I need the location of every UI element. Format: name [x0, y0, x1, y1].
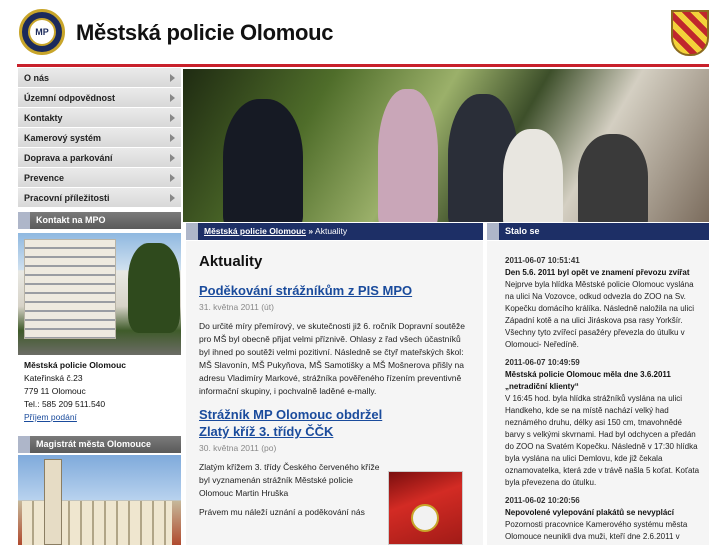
nav-label: Pracovní příležitosti — [24, 193, 110, 203]
banner-figure — [503, 129, 563, 222]
banner-photo — [183, 69, 709, 222]
police-building-photo — [18, 233, 181, 355]
nav-item-pracovni-prilezitosti[interactable]: Pracovní příležitosti — [18, 188, 181, 208]
arrow-right-icon — [170, 74, 175, 82]
submission-link[interactable]: Příjem podání — [24, 412, 77, 422]
magistrat-heading[interactable]: Magistrát města Olomouce — [18, 436, 181, 453]
news-date: 2011-06-07 10:49:59 — [505, 358, 580, 367]
news-date: 2011-06-07 10:51:41 — [505, 256, 580, 265]
arrow-right-icon — [170, 154, 175, 162]
contact-address: Městská policie Olomouc Kateřinská č.23 … — [18, 359, 181, 424]
breadcrumb-home-link[interactable]: Městská policie Olomouc — [204, 226, 306, 236]
news-headline: Městská policie Olomouc měla dne 3.6.201… — [505, 370, 671, 391]
nav-label: Kontakty — [24, 113, 63, 123]
article-date: 31. května 2011 (út) — [199, 302, 274, 312]
breadcrumb-separator: » — [308, 226, 314, 236]
nav-label: O nás — [24, 73, 50, 83]
nav-item-prevence[interactable]: Prevence — [18, 168, 181, 188]
nav-item-kamerovy-system[interactable]: Kamerový systém — [18, 128, 181, 148]
address-phone: Tel.: 585 209 511.540 — [24, 399, 106, 409]
nav-label: Prevence — [24, 173, 65, 183]
main-navigation: O nás Územní odpovědnost Kontakty Kamero… — [18, 68, 181, 208]
news-headline: Nepovolené vylepování plakátů se nevyplá… — [505, 508, 674, 517]
address-city: 779 11 Olomouc — [24, 386, 86, 396]
news-text: Nejprve byla hlídka Městské policie Olom… — [505, 280, 694, 349]
tree-shape — [128, 243, 180, 333]
nav-item-uzemni-odpovednost[interactable]: Územní odpovědnost — [18, 88, 181, 108]
arrow-right-icon — [170, 174, 175, 182]
stalo-se-feed: 2011-06-07 10:51:41 Den 5.6. 2011 byl op… — [487, 241, 709, 545]
arrow-right-icon — [170, 94, 175, 102]
logo-text: MP — [28, 18, 56, 46]
breadcrumb: Městská policie Olomouc » Aktuality — [186, 223, 483, 240]
nav-item-doprava[interactable]: Doprava a parkování — [18, 148, 181, 168]
medal-icon — [411, 504, 439, 532]
arrow-right-icon — [170, 194, 175, 202]
news-headline: Den 5.6. 2011 byl opět ve znamení převoz… — [505, 268, 690, 277]
article-text: Zlatým křížem 3. třídy Českého červeného… — [199, 462, 380, 498]
police-logo[interactable]: MP — [19, 9, 65, 55]
nav-label: Kamerový systém — [24, 133, 102, 143]
article: Poděkování strážníkům z PIS MPO 31. květ… — [199, 282, 470, 398]
olomouc-crest-icon — [671, 10, 709, 56]
header-divider — [17, 64, 709, 67]
nav-label: Územní odpovědnost — [24, 93, 116, 103]
address-street: Kateřinská č.23 — [24, 373, 83, 383]
town-hall-photo[interactable] — [18, 455, 181, 545]
contact-heading: Kontakt na MPO — [18, 212, 181, 229]
nav-item-o-nas[interactable]: O nás — [18, 68, 181, 88]
town-hall-tower — [44, 459, 62, 545]
arrow-right-icon — [170, 134, 175, 142]
building-shape — [24, 239, 116, 339]
medal-photo[interactable] — [388, 471, 463, 545]
banner-figure — [578, 134, 648, 222]
article-date: 30. května 2011 (po) — [199, 443, 277, 453]
news-date: 2011-06-02 10:20:56 — [505, 496, 580, 505]
page-margin — [711, 68, 727, 545]
news-text: Pozornosti pracovnice Kamerového systému… — [505, 520, 688, 541]
article-title-link[interactable]: Strážník MP Olomouc obdržel Zlatý kříž 3… — [199, 406, 389, 440]
article-text-continued: Právem mu náleží uznání a poděkování nás — [199, 507, 365, 517]
article-text: Do určité míry přemírový, ve skutečnosti… — [199, 321, 465, 396]
banner-figure — [378, 89, 438, 222]
site-title[interactable]: Městská policie Olomouc — [76, 20, 333, 46]
nav-item-kontakty[interactable]: Kontakty — [18, 108, 181, 128]
nav-label: Doprava a parkování — [24, 153, 113, 163]
stalo-se-heading: Stalo se — [487, 223, 709, 240]
arrow-right-icon — [170, 114, 175, 122]
news-text: V 16:45 hod. byla hlídka strážníků vyslá… — [505, 394, 700, 487]
header: MP Městská policie Olomouc — [0, 0, 727, 64]
main-content: Aktuality Poděkování strážníkům z PIS MP… — [186, 241, 483, 545]
article-title-link[interactable]: Poděkování strážníkům z PIS MPO — [199, 282, 470, 299]
banner-figure — [223, 99, 303, 222]
breadcrumb-current: Aktuality — [315, 226, 348, 236]
page-title: Aktuality — [199, 253, 263, 270]
address-name: Městská policie Olomouc — [24, 360, 127, 370]
